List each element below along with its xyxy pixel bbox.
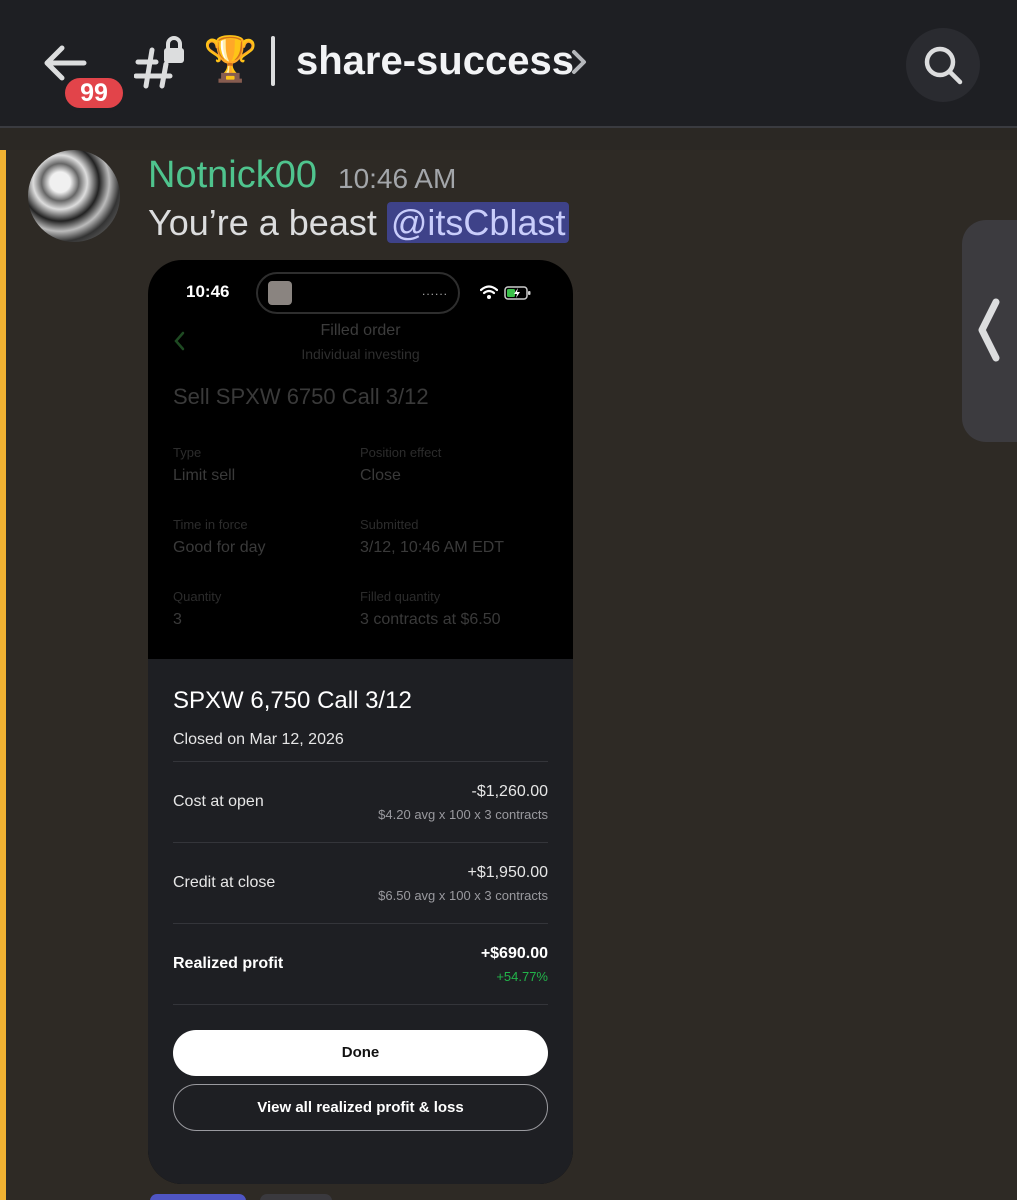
divider: [173, 923, 548, 924]
realized-pl-sheet: SPXW 6,750 Call 3/12 Closed on Mar 12, 2…: [148, 659, 573, 1184]
mention-highlight-bar: [0, 150, 6, 1200]
wifi-icon: [480, 285, 498, 299]
channel-name[interactable]: share-success: [296, 34, 574, 88]
reaction-bar: [150, 1194, 350, 1200]
search-icon: [924, 46, 963, 85]
row-amount: +$690.00: [480, 945, 548, 962]
divider: [173, 1004, 548, 1005]
field-value: 3: [173, 611, 182, 628]
island-dots: ......: [421, 284, 448, 298]
done-button[interactable]: Done: [173, 1030, 548, 1076]
field-label: Type: [173, 445, 202, 460]
field-label: Filled quantity: [360, 589, 441, 604]
message-body: You’re a beast: [148, 202, 377, 243]
profit-percent: +54.77%: [496, 969, 548, 984]
sheet-title: SPXW 6,750 Call 3/12: [173, 687, 412, 714]
unread-badge: 99: [62, 75, 126, 111]
row-label: Cost at open: [173, 793, 264, 810]
message-text: You’re a beast @itsCblast: [148, 200, 570, 246]
chevron-left-icon: [978, 298, 1000, 362]
row-amount: -$1,260.00: [471, 783, 548, 800]
channel-header: 99 🏆 share-success: [0, 0, 1017, 128]
field-label: Position effect: [360, 445, 442, 460]
row-label: Credit at close: [173, 874, 276, 891]
order-subtitle: Individual investing: [301, 346, 420, 362]
message-timestamp: 10:46 AM: [338, 163, 457, 194]
field-value: 3 contracts at $6.50: [360, 611, 501, 628]
order-heading: Sell SPXW 6750 Call 3/12: [173, 384, 429, 409]
divider: [173, 761, 548, 762]
field-value: Close: [360, 467, 401, 484]
user-mention[interactable]: @itsCblast: [386, 202, 570, 243]
row-detail: $6.50 avg x 100 x 3 contracts: [378, 888, 548, 903]
dynamic-island: ......: [256, 272, 460, 314]
field-label: Quantity: [173, 589, 222, 604]
search-button[interactable]: [906, 28, 980, 102]
title-separator: [271, 36, 275, 86]
reaction-pill[interactable]: [150, 1194, 246, 1200]
trophy-emoji: 🏆: [203, 35, 258, 84]
island-thumbnail: [268, 281, 292, 305]
reaction-pill[interactable]: [260, 1194, 332, 1200]
avatar[interactable]: [28, 150, 120, 242]
battery-charging-icon: [504, 286, 531, 300]
locked-channel-hash-icon: [134, 36, 184, 89]
field-value: Good for day: [173, 539, 266, 556]
field-value: 3/12, 10:46 AM EDT: [360, 539, 505, 556]
divider: [173, 842, 548, 843]
field-label: Submitted: [360, 517, 419, 532]
image-attachment[interactable]: 10:46 ...... Filled order Individual inv…: [148, 260, 573, 1184]
closed-date: Closed on Mar 12, 2026: [173, 731, 344, 748]
author-name[interactable]: Notnick00: [148, 152, 317, 198]
order-title: Filled order: [320, 322, 401, 339]
row-label: Realized profit: [173, 955, 284, 972]
chevron-right-icon[interactable]: [568, 46, 590, 78]
field-label: Time in force: [173, 517, 248, 532]
member-drawer-handle[interactable]: [962, 220, 1017, 442]
view-realized-pl-button[interactable]: View all realized profit & loss: [173, 1084, 548, 1131]
field-value: Limit sell: [173, 467, 236, 484]
row-detail: $4.20 avg x 100 x 3 contracts: [378, 807, 548, 822]
row-amount: +$1,950.00: [467, 864, 548, 881]
status-bar-time: 10:46: [186, 282, 230, 301]
